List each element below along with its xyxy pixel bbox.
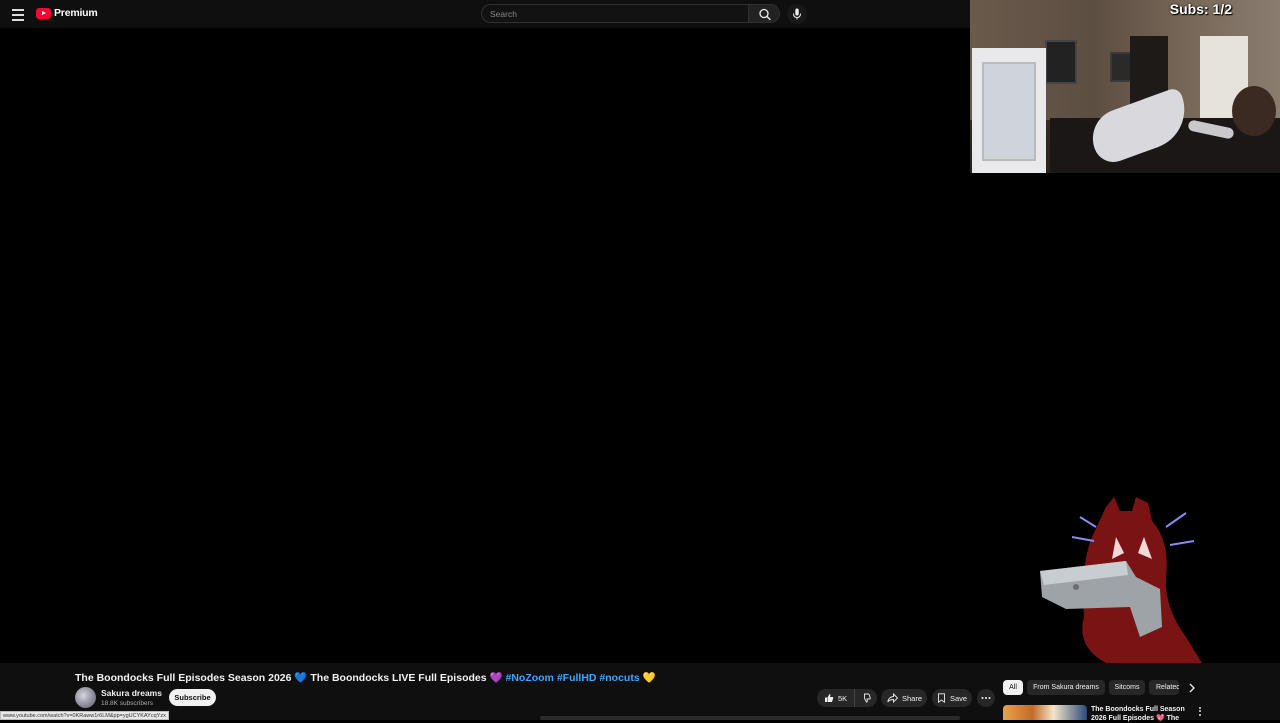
- logo-text: Premium: [54, 7, 98, 19]
- like-dislike-group: 5K: [817, 689, 877, 707]
- youtube-logo-icon: [36, 7, 51, 19]
- video-title: The Boondocks Full Episodes Season 2026 …: [75, 671, 656, 684]
- character-overlay: [1040, 497, 1202, 663]
- bookmark-icon: [938, 693, 945, 703]
- chip-from-channel[interactable]: From Sakura dreams: [1027, 680, 1105, 695]
- status-bar-url: www.youtube.com/watch?v=0KRaww1r6LM&pp=y…: [0, 711, 169, 720]
- recommendation-thumbnail[interactable]: [1003, 705, 1087, 720]
- search-button[interactable]: [749, 4, 780, 23]
- like-count: 5K: [838, 693, 848, 703]
- horizontal-scrollbar[interactable]: [540, 716, 960, 720]
- subscribe-button[interactable]: Subscribe: [169, 689, 216, 706]
- subs-counter: Subs: 1/2: [1169, 1, 1232, 17]
- recommendation-menu-icon[interactable]: [1196, 705, 1204, 717]
- more-horizontal-icon: [981, 697, 991, 699]
- thumbs-down-icon: [864, 693, 871, 703]
- youtube-logo[interactable]: Premium: [36, 7, 98, 19]
- recommendation-title[interactable]: The Boondocks Full Season 2026 Full Epis…: [1091, 705, 1191, 723]
- save-label: Save: [950, 693, 968, 703]
- chip-sitcoms[interactable]: Sitcoms: [1109, 680, 1145, 695]
- like-button[interactable]: 5K: [817, 689, 855, 707]
- voice-search-button[interactable]: [787, 4, 807, 24]
- hashtag-link[interactable]: #FullHD: [557, 672, 597, 684]
- search-box[interactable]: [481, 4, 749, 23]
- chevron-right-icon[interactable]: [1185, 681, 1199, 695]
- hashtag-link[interactable]: #nocuts: [599, 672, 639, 684]
- more-actions-button[interactable]: [977, 689, 995, 707]
- share-label: Share: [902, 693, 923, 703]
- title-end-emoji: 💛: [642, 672, 656, 684]
- dislike-button[interactable]: [855, 689, 877, 707]
- menu-icon[interactable]: [10, 6, 26, 22]
- subscriber-count: 18.8K subscribers: [101, 700, 154, 707]
- thumbs-up-icon: [825, 694, 834, 702]
- search-icon: [759, 8, 771, 21]
- channel-name[interactable]: Sakura dreams: [101, 688, 162, 698]
- chip-all[interactable]: All: [1003, 680, 1023, 695]
- search-input[interactable]: [490, 9, 730, 19]
- video-player[interactable]: [0, 28, 970, 663]
- video-title-text: The Boondocks Full Episodes Season 2026 …: [75, 672, 503, 684]
- chip-related[interactable]: Related: [1149, 680, 1179, 695]
- share-button[interactable]: Share: [881, 689, 927, 707]
- channel-avatar[interactable]: [75, 687, 96, 708]
- webcam-overlay: Subs: 1/2: [970, 0, 1280, 173]
- mic-icon: [793, 8, 801, 20]
- share-icon: [887, 693, 898, 703]
- hashtag-link[interactable]: #NoZoom: [505, 672, 553, 684]
- save-button[interactable]: Save: [932, 689, 972, 707]
